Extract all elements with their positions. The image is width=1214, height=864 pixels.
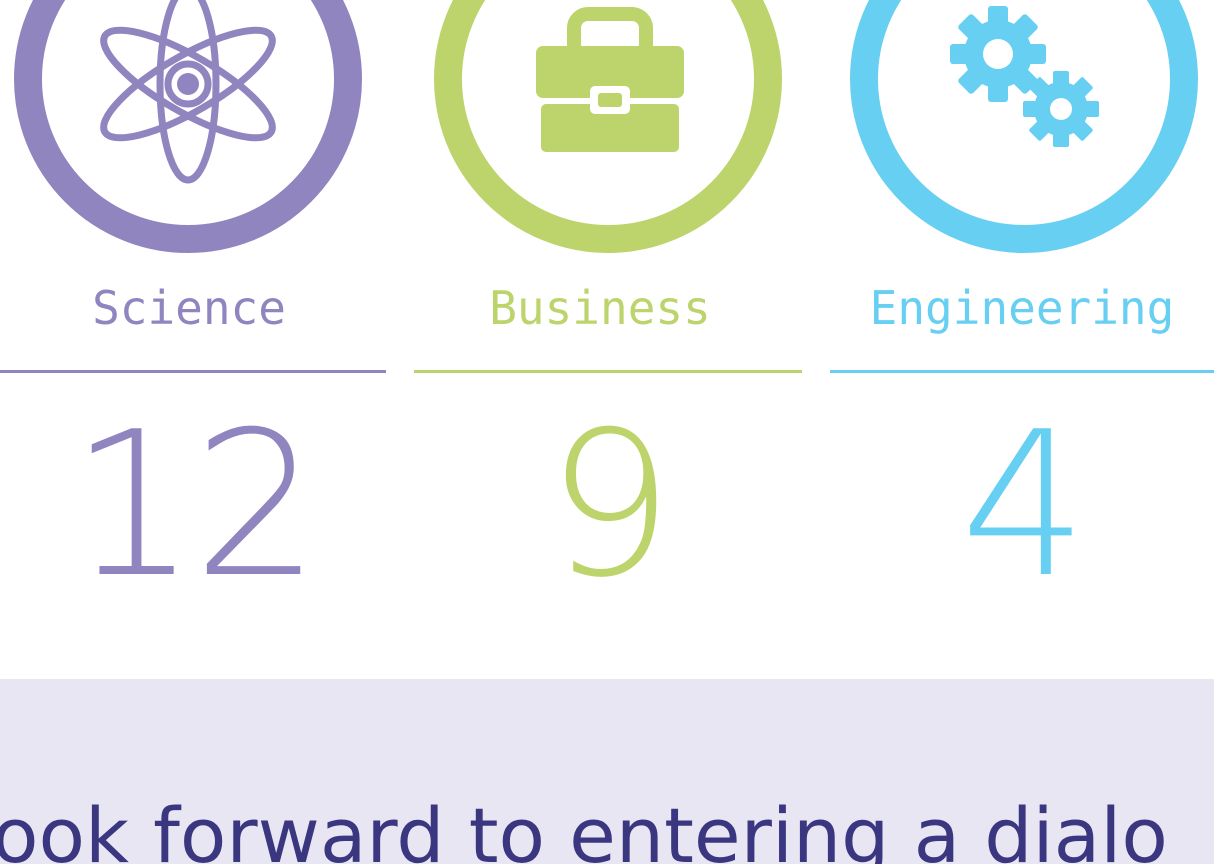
stat-engineering: Engineering 4 xyxy=(830,0,1214,620)
stat-business: Business 9 xyxy=(414,0,802,620)
gears-icon xyxy=(950,6,1099,147)
engineering-divider xyxy=(830,370,1214,373)
science-divider xyxy=(0,370,386,373)
quote-band: ook forward to entering a dialo xyxy=(0,679,1214,864)
business-count: 9 xyxy=(546,389,673,622)
business-divider xyxy=(414,370,802,373)
business-label: Business xyxy=(489,281,711,335)
quote-text: ook forward to entering a dialo xyxy=(0,791,1168,864)
stats-page: Science 12 Business 9 Engineering 4 ook … xyxy=(0,0,1214,864)
briefcase-icon xyxy=(536,7,684,152)
engineering-count: 4 xyxy=(960,389,1087,622)
stat-science: Science 12 xyxy=(0,0,386,620)
science-count: 12 xyxy=(69,389,321,622)
engineering-label: Engineering xyxy=(869,281,1175,335)
atom-icon xyxy=(100,0,276,184)
science-label: Science xyxy=(92,281,286,335)
